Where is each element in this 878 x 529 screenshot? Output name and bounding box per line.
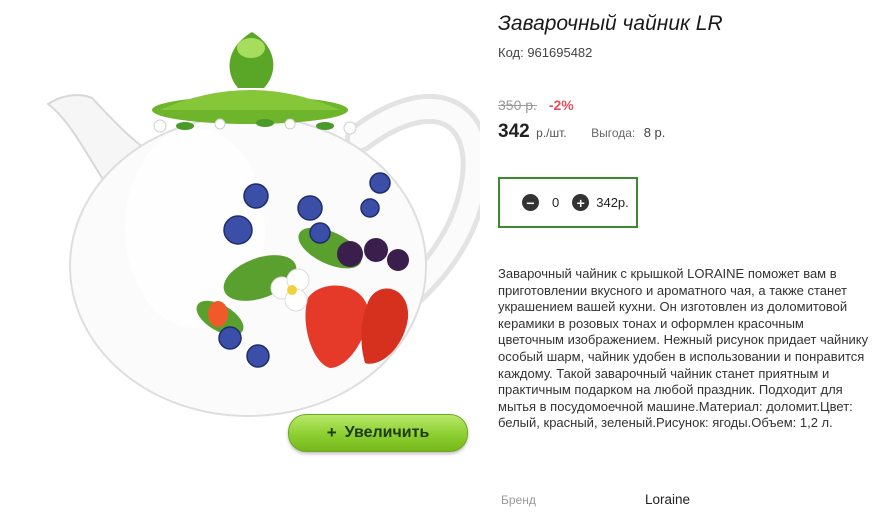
quantity-value[interactable]: 0	[552, 195, 559, 210]
product-code: Код: 961695482	[498, 45, 593, 60]
product-title: Заварочный чайник LR	[498, 12, 723, 35]
minus-circle-icon[interactable]: −	[522, 194, 539, 211]
plus-icon: +	[326, 423, 337, 442]
teapot-image[interactable]	[20, 18, 480, 438]
product-description: Заварочный чайник с крышкой LORAINE помо…	[498, 266, 869, 431]
zoom-button-label: Увеличить	[344, 424, 430, 441]
price-row: 342 р./шт. Выгода: 8 р.	[498, 121, 665, 143]
quantity-total: 342р.	[596, 195, 629, 210]
plus-circle-icon[interactable]: +	[572, 194, 590, 211]
product-image-area: + Увеличить	[0, 0, 490, 529]
brand-label: Бренд	[501, 493, 536, 507]
brand-value[interactable]: Loraine	[645, 492, 690, 507]
current-price: 342	[498, 121, 530, 142]
price-unit: р./шт.	[536, 126, 567, 140]
benefit-label: Выгода:	[591, 126, 636, 140]
quantity-stepper: − 0 + 342р.	[498, 177, 638, 228]
benefit-value: 8 р.	[643, 125, 666, 140]
zoom-button[interactable]: + Увеличить	[288, 414, 468, 452]
old-price-row: 350 р. -2%	[498, 97, 574, 113]
discount-badge: -2%	[548, 97, 574, 113]
old-price: 350 р.	[498, 97, 537, 113]
